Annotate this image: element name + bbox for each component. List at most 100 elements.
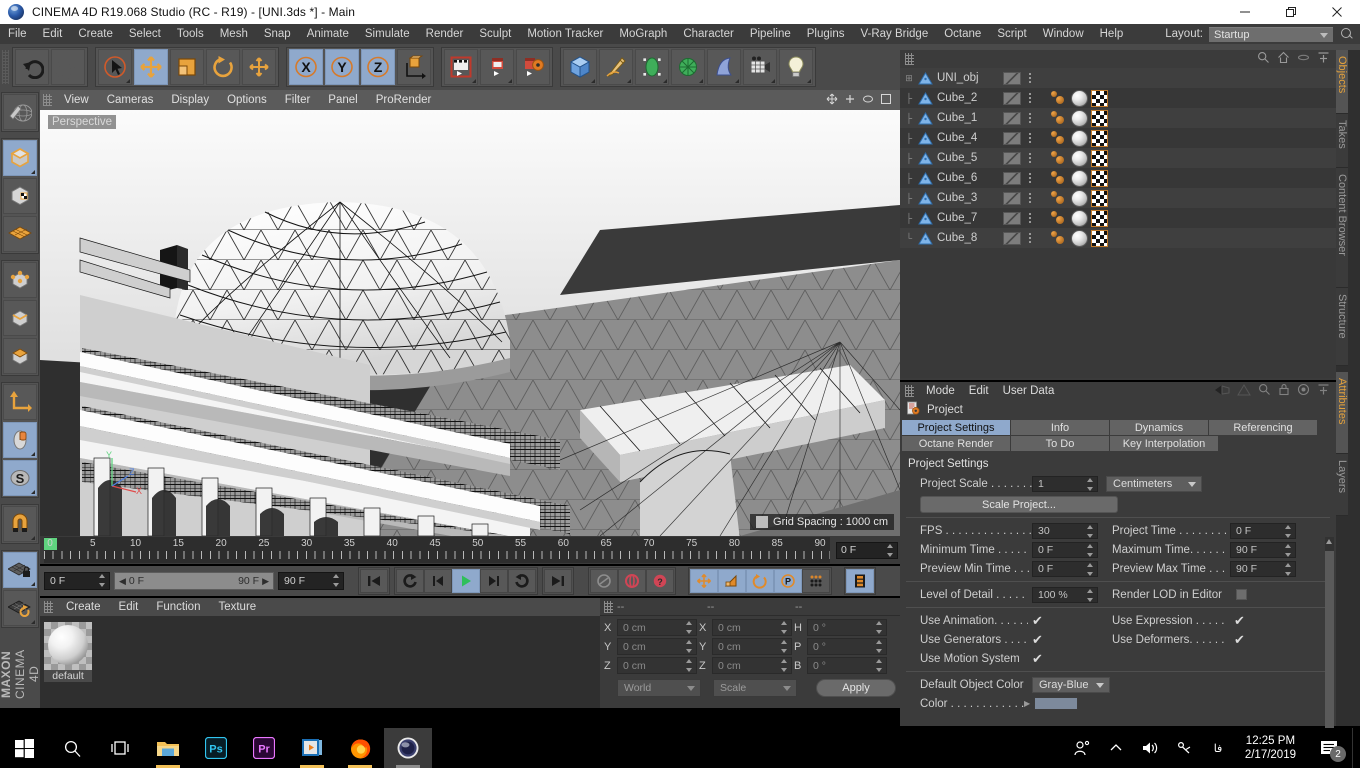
search-icon[interactable] (1338, 26, 1356, 42)
coord-position-field[interactable]: 0 cm (617, 619, 697, 636)
menu-item-plugins[interactable]: Plugins (799, 24, 853, 44)
search-icon[interactable] (48, 728, 96, 768)
menu-item-character[interactable]: Character (675, 24, 742, 44)
world-object-axis-icon[interactable] (397, 49, 431, 85)
taskbar-clock[interactable]: 12:25 PM 2/17/2019 (1235, 734, 1306, 762)
parameter-key-icon[interactable]: P (774, 569, 802, 593)
camera-icon[interactable] (743, 49, 777, 85)
x-axis-icon[interactable]: X (289, 49, 323, 85)
texture-tag-icon[interactable] (1091, 209, 1108, 227)
texture-tag-icon[interactable] (1091, 149, 1108, 167)
object-tree[interactable]: ⊞ UNI_obj ├ Cube_2 ├ Cube_1 ├ Cube_4 ├ Cube_5 ├ Cub… (900, 68, 1336, 378)
spinner-icon[interactable] (876, 659, 884, 672)
max-time-field[interactable]: 90 F (278, 572, 344, 590)
y-axis-icon[interactable]: Y (325, 49, 359, 85)
link-icon[interactable] (1297, 51, 1310, 67)
live-selection-icon[interactable] (98, 49, 132, 85)
environment-icon[interactable] (707, 49, 741, 85)
step-back-icon[interactable] (424, 569, 452, 593)
menu-item-snap[interactable]: Snap (256, 24, 299, 44)
spinner-icon[interactable] (1087, 588, 1095, 602)
project-scale-unit-dropdown[interactable]: Centimeters (1106, 475, 1202, 492)
spinner-icon[interactable] (781, 659, 789, 672)
task-view-icon[interactable] (96, 728, 144, 768)
media-player-icon[interactable] (288, 728, 336, 768)
coord-size-field[interactable]: 0 cm (712, 657, 792, 674)
restore-icon[interactable] (1268, 0, 1314, 24)
viewport-3d-canvas[interactable]: Perspective Y X Z Grid Spacing : 1000 cm (40, 110, 900, 536)
windows-start-icon[interactable] (0, 728, 48, 768)
viewport-menu-view[interactable]: View (55, 90, 98, 110)
object-visibility-tag[interactable] (1003, 191, 1021, 205)
phong-tag-icon[interactable] (1050, 210, 1068, 227)
coord-position-field[interactable]: 0 cm (617, 657, 697, 674)
menu-item-octane[interactable]: Octane (936, 24, 989, 44)
back-arrow-icon[interactable] (1214, 384, 1230, 399)
menu-item-tools[interactable]: Tools (169, 24, 212, 44)
coord-system-dropdown[interactable]: World (617, 679, 701, 697)
project-time-field[interactable]: 0 F (1230, 522, 1296, 539)
coord-rotation-field[interactable]: 0 ° (807, 619, 887, 636)
point-level-animation-icon[interactable] (802, 569, 830, 593)
material-item[interactable]: default (44, 622, 92, 682)
attribute-menu-mode[interactable]: Mode (919, 385, 962, 397)
spinner-icon[interactable] (1285, 543, 1293, 557)
material-menu-edit[interactable]: Edit (110, 601, 148, 613)
coord-rotation-field[interactable]: 0 ° (807, 638, 887, 655)
close-icon[interactable] (1314, 0, 1360, 24)
phong-tag-icon[interactable] (1050, 170, 1068, 187)
object-visibility-tag[interactable] (1003, 171, 1021, 185)
menu-item-mograph[interactable]: MoGraph (611, 24, 675, 44)
go-to-end-icon[interactable] (544, 569, 572, 593)
spline-pen-icon[interactable] (599, 49, 633, 85)
min-time-field[interactable]: 0 F (1032, 541, 1098, 558)
tab-info[interactable]: Info (1011, 420, 1109, 435)
deformer-icon[interactable] (671, 49, 705, 85)
menu-item-animate[interactable]: Animate (299, 24, 357, 44)
material-list[interactable]: default (40, 616, 600, 682)
scale-icon[interactable] (170, 49, 204, 85)
coord-mode-dropdown[interactable]: Scale (713, 679, 797, 697)
spinner-icon[interactable] (1285, 562, 1293, 576)
phong-tag-icon[interactable] (1050, 190, 1068, 207)
use-motion-system-checkbox[interactable]: ✔ (1032, 652, 1043, 665)
object-visibility-tag[interactable] (1003, 91, 1021, 105)
spinner-icon[interactable] (686, 659, 694, 672)
spinner-icon[interactable] (1285, 524, 1293, 538)
phong-tag-icon[interactable] (1050, 150, 1068, 167)
viewport-menu-display[interactable]: Display (162, 90, 218, 110)
scroll-up-icon[interactable] (1326, 539, 1332, 544)
add-icon[interactable] (1317, 383, 1330, 399)
dynamic-place-icon[interactable] (242, 49, 276, 85)
object-visibility-tag[interactable] (1003, 111, 1021, 125)
step-forward-icon[interactable] (480, 569, 508, 593)
z-axis-icon[interactable]: Z (361, 49, 395, 85)
right-tab-takes[interactable]: Takes (1336, 114, 1348, 168)
texture-mode-icon[interactable] (3, 178, 37, 214)
viewport-menu-options[interactable]: Options (218, 90, 276, 110)
apply-button[interactable]: Apply (816, 679, 896, 697)
render-lod-checkbox[interactable] (1236, 589, 1247, 600)
table-row[interactable]: ├ Cube_7 (900, 208, 1336, 228)
tab-project-settings[interactable]: Project Settings (902, 420, 1010, 435)
rotate-icon[interactable] (206, 49, 240, 85)
texture-tag-icon[interactable] (1091, 109, 1108, 127)
object-dots-icon[interactable] (1024, 73, 1036, 83)
viewport-menu-cameras[interactable]: Cameras (98, 90, 163, 110)
generator-nurbs-icon[interactable] (635, 49, 669, 85)
keyframe-selection-icon[interactable]: ? (646, 569, 674, 593)
tab-to-do[interactable]: To Do (1011, 436, 1109, 451)
material-tag-icon[interactable] (1071, 169, 1088, 187)
material-menu-function[interactable]: Function (147, 601, 209, 613)
spinner-icon[interactable] (1087, 524, 1095, 538)
firefox-icon[interactable] (336, 728, 384, 768)
timeline-icon[interactable] (846, 569, 874, 593)
attribute-grip[interactable] (905, 385, 914, 397)
material-tag-icon[interactable] (1071, 89, 1088, 107)
color-swatch[interactable] (1034, 697, 1079, 710)
menu-item-help[interactable]: Help (1092, 24, 1132, 44)
fps-field[interactable]: 30 (1032, 522, 1098, 539)
maximize-view-icon[interactable] (880, 93, 892, 108)
coord-size-field[interactable]: 0 cm (712, 638, 792, 655)
use-expression-checkbox[interactable]: ✔ (1234, 614, 1245, 627)
